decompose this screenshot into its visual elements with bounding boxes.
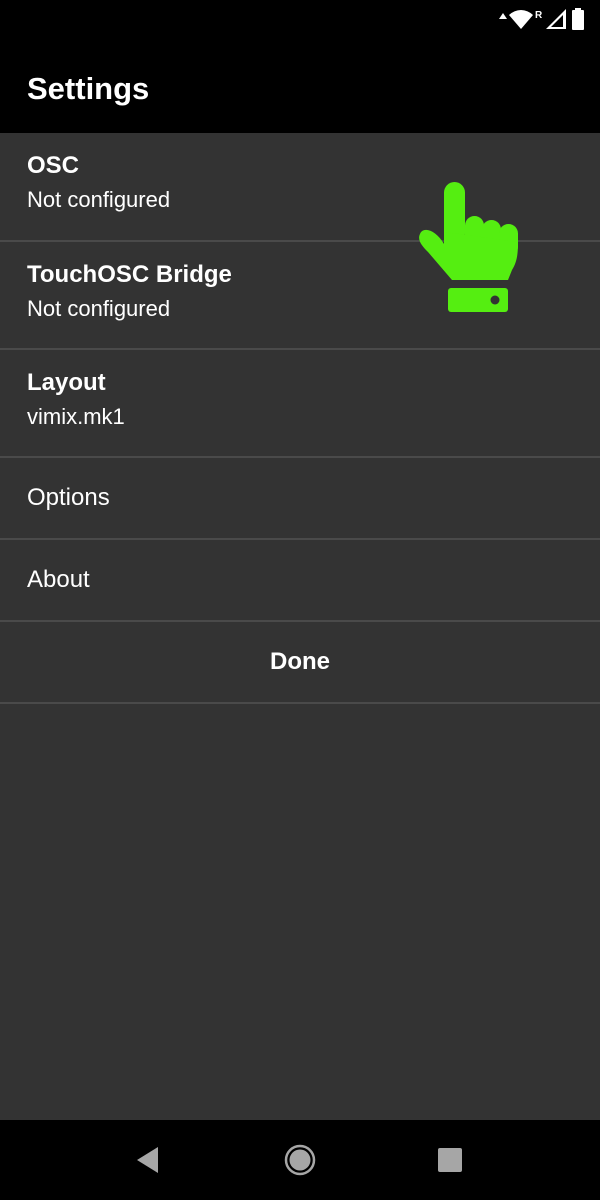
status-icons: R bbox=[498, 6, 588, 32]
data-activity-icon bbox=[499, 13, 507, 19]
page-title: Settings bbox=[27, 71, 150, 106]
setting-layout[interactable]: Layout vimix.mk1 bbox=[0, 350, 600, 458]
home-button[interactable] bbox=[260, 1120, 340, 1200]
battery-icon bbox=[572, 8, 584, 30]
roaming-indicator-icon: R bbox=[535, 10, 543, 21]
options-item[interactable]: Options bbox=[0, 458, 600, 540]
status-bar: R bbox=[0, 0, 600, 36]
back-icon bbox=[137, 1147, 158, 1173]
wifi-icon bbox=[509, 10, 533, 30]
about-label: About bbox=[27, 566, 90, 593]
setting-summary: vimix.mk1 bbox=[27, 404, 125, 429]
svg-text:R: R bbox=[535, 10, 543, 21]
home-icon bbox=[284, 1144, 316, 1176]
recents-button[interactable] bbox=[410, 1120, 490, 1200]
back-button[interactable] bbox=[108, 1120, 188, 1200]
hand-pointer-icon bbox=[419, 182, 518, 312]
app-bar: Settings bbox=[0, 36, 600, 133]
setting-title: OSC bbox=[27, 152, 80, 179]
setting-summary: Not configured bbox=[27, 187, 171, 212]
recents-icon bbox=[438, 1148, 462, 1172]
setting-title: Layout bbox=[27, 369, 106, 396]
cellular-signal-icon bbox=[546, 9, 566, 29]
setting-summary: Not configured bbox=[27, 296, 171, 321]
done-button[interactable]: Done bbox=[0, 622, 600, 704]
navigation-bar bbox=[0, 1120, 600, 1200]
done-label: Done bbox=[270, 648, 330, 675]
about-item[interactable]: About bbox=[0, 540, 600, 622]
options-label: Options bbox=[27, 484, 110, 511]
setting-title: TouchOSC Bridge bbox=[27, 261, 232, 288]
